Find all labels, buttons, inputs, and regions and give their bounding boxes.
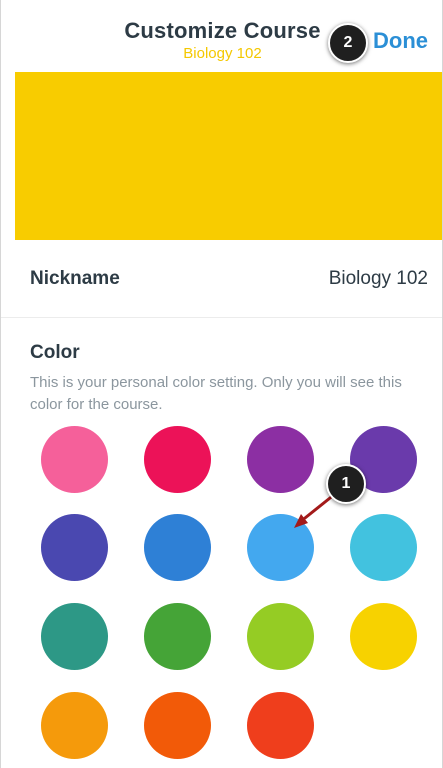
customize-course-screen: Customize Course Biology 102 Done Nickna… [0,0,443,768]
color-swatch[interactable] [350,603,417,670]
step-2-badge: 2 [328,23,368,63]
color-swatch[interactable] [144,514,211,581]
nickname-row[interactable]: Nickname Biology 102 [1,240,442,318]
color-swatch[interactable] [41,426,108,493]
color-swatch[interactable] [247,426,314,493]
color-swatch[interactable] [247,514,314,581]
step-1-badge: 1 [326,464,366,504]
color-swatch[interactable] [144,692,211,759]
color-heading: Color [30,342,80,363]
color-swatch[interactable] [41,514,108,581]
color-swatch[interactable] [144,603,211,670]
color-swatch[interactable] [247,603,314,670]
color-swatch[interactable] [144,426,211,493]
nickname-field[interactable]: Biology 102 [329,268,428,290]
color-swatch[interactable] [350,514,417,581]
navigation-bar: Customize Course Biology 102 Done [1,0,442,72]
color-swatch[interactable] [41,603,108,670]
course-color-banner [15,72,442,240]
done-button[interactable]: Done [373,28,428,54]
color-description: This is your personal color setting. Onl… [30,374,402,413]
color-swatch[interactable] [41,692,108,759]
color-swatch[interactable] [247,692,314,759]
nickname-label: Nickname [30,268,120,289]
